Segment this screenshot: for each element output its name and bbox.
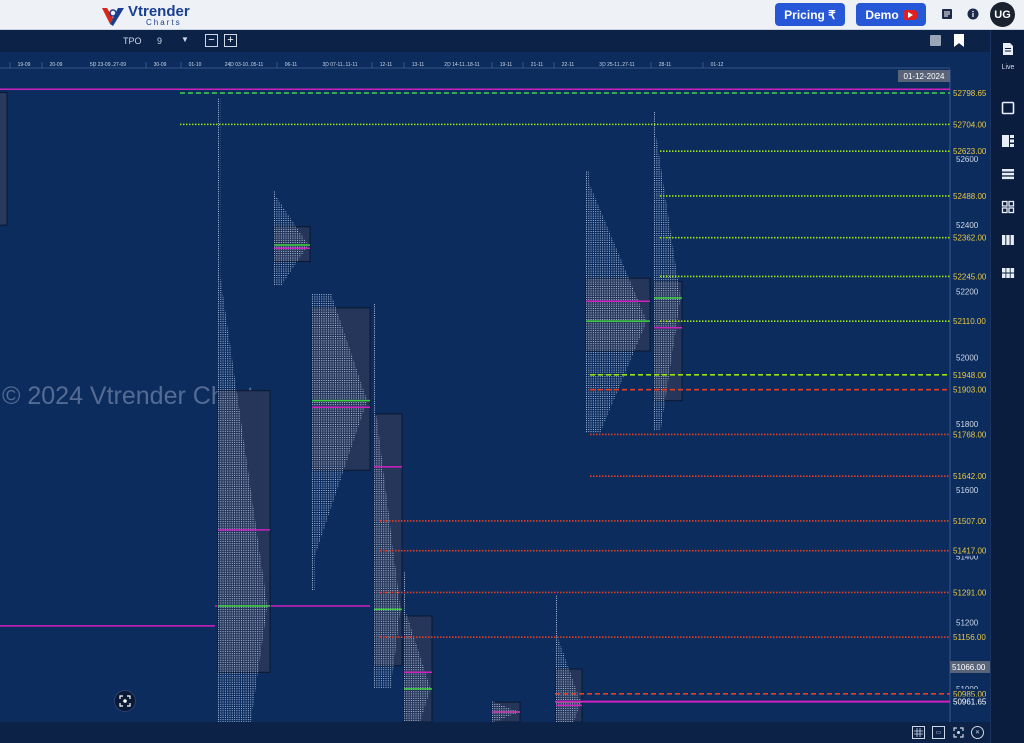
tpo-profile <box>373 304 403 688</box>
y-tick-label: 52000 <box>956 354 979 363</box>
fullscreen-icon[interactable] <box>952 726 965 739</box>
x-tick-label: 3D 07-11..11-11 <box>322 62 357 68</box>
tpo-profile <box>403 572 433 722</box>
chart-bottom-bar: ▭ ✕ <box>0 722 990 743</box>
grid-toggle-icon[interactable] <box>912 726 925 739</box>
list-icon[interactable] <box>940 7 954 21</box>
level-label: 50961.65 <box>953 698 987 707</box>
y-tick-label: 51800 <box>956 420 979 429</box>
level-label: 51903.00 <box>953 386 987 395</box>
x-tick-label: 19-09 <box>18 62 31 68</box>
pricing-button[interactable]: Pricing ₹ <box>775 3 845 26</box>
user-avatar[interactable]: UG <box>990 2 1015 27</box>
level-label: 52704.00 <box>953 120 987 129</box>
brand-title: Vtrender <box>128 2 190 20</box>
columns-icon[interactable] <box>999 231 1017 249</box>
x-tick-label: 13-11 <box>412 62 425 68</box>
value-area-box <box>555 668 583 722</box>
level-label: 52362.00 <box>953 234 987 243</box>
youtube-icon <box>902 9 917 20</box>
square-icon[interactable] <box>999 99 1017 117</box>
y-tick-label: 51200 <box>956 619 979 628</box>
x-tick-label: 30-09 <box>154 62 167 68</box>
zoom-out-button[interactable]: − <box>205 34 218 47</box>
right-sidebar: Live <box>990 30 1024 743</box>
level-label: 51507.00 <box>953 517 987 526</box>
pricing-label: Pricing ₹ <box>784 7 836 22</box>
market-profile-chart[interactable]: 19-09 20-09 5D 23-09..27-09 30-09 01-10 24D 0… <box>0 52 990 722</box>
info-icon[interactable] <box>966 7 980 21</box>
chart-toolbar: TPO 9 ▼ − + <box>0 30 990 52</box>
level-label: 51417.00 <box>953 547 987 556</box>
profile-edge-box <box>0 92 8 226</box>
current-price-label: 51066.00 <box>952 663 986 672</box>
tpo-profile <box>585 171 651 433</box>
brand-logo[interactable]: Vtrender Charts <box>100 2 190 28</box>
tpo-profile <box>273 191 311 285</box>
tpo-profile <box>217 98 271 722</box>
y-tick-label: 51600 <box>956 486 979 495</box>
level-label: 52245.00 <box>953 272 987 281</box>
tpo-profile <box>311 294 371 590</box>
document-icon[interactable] <box>999 40 1017 58</box>
x-axis: 19-09 20-09 5D 23-09..27-09 30-09 01-10 24D 0… <box>0 52 950 82</box>
x-tick-label: 22-11 <box>562 62 575 68</box>
level-label: 52110.00 <box>953 317 986 326</box>
tpo-profile <box>555 595 583 722</box>
chevron-down-icon[interactable]: ▼ <box>181 35 189 44</box>
save-icon[interactable] <box>930 35 941 46</box>
x-tick-label: 19-11 <box>500 62 513 68</box>
demo-label: Demo <box>865 7 899 22</box>
tpo-size-select[interactable]: 9 <box>157 36 162 46</box>
rows-icon[interactable] <box>999 165 1017 183</box>
x-tick-label: 2D 14-11..18-11 <box>444 62 480 68</box>
tpo-label: TPO <box>123 36 142 46</box>
value-area-box <box>217 390 271 673</box>
grid-icon[interactable] <box>999 198 1017 216</box>
live-label: Live <box>1001 64 1015 71</box>
tiles-icon[interactable] <box>999 264 1017 282</box>
value-area-box <box>403 615 433 722</box>
y-tick-label: 52200 <box>956 287 979 296</box>
x-tick-label: 3D 25-11..27-11 <box>599 62 635 68</box>
x-tick-label: 24D 03-10..05-11 <box>225 62 264 68</box>
tpo-profile <box>653 111 683 430</box>
close-icon[interactable]: ✕ <box>971 726 984 739</box>
level-label: 51642.00 <box>953 472 987 481</box>
demo-button[interactable]: Demo <box>856 3 926 26</box>
level-label: 51291.00 <box>953 588 987 597</box>
logo-mark-icon <box>100 4 126 26</box>
level-label: 51768.00 <box>953 430 987 439</box>
chart-canvas[interactable]: 19-09 20-09 5D 23-09..27-09 30-09 01-10 24D 0… <box>0 52 990 722</box>
levels-layer <box>180 92 950 703</box>
top-navigation-bar: Vtrender Charts Pricing ₹ Demo UG <box>0 0 1024 30</box>
tpo-profile <box>491 701 521 722</box>
level-label: 51156.00 <box>953 633 986 642</box>
x-tick-label: 06-11 <box>285 62 298 68</box>
split-icon[interactable] <box>999 132 1017 150</box>
level-label: 52798.65 <box>953 89 987 98</box>
level-label: 51948.00 <box>953 371 987 380</box>
zoom-in-button[interactable]: + <box>224 34 237 47</box>
x-tick-label: 01-10 <box>189 62 202 68</box>
x-tick-label: 28-11 <box>659 62 672 68</box>
y-tick-label: 52400 <box>956 221 979 230</box>
current-date-label: 01-12-2024 <box>904 72 945 81</box>
keyboard-icon[interactable]: ▭ <box>932 726 945 739</box>
x-tick-label: 5D 23-09..27-09 <box>90 62 126 68</box>
x-tick-label: 21-11 <box>531 62 544 68</box>
level-label: 52488.00 <box>953 192 987 201</box>
y-axis: 5280052600524005220052000518005160051400… <box>949 52 990 722</box>
brand-subtitle: Charts <box>146 17 182 27</box>
bookmark-add-icon[interactable] <box>954 34 964 47</box>
x-tick-label: 20-09 <box>50 62 63 68</box>
level-label: 52623.00 <box>953 147 987 156</box>
x-tick-label: 12-11 <box>380 62 393 68</box>
x-tick-label: 01-12 <box>711 62 724 68</box>
screenshot-button[interactable] <box>114 690 136 712</box>
